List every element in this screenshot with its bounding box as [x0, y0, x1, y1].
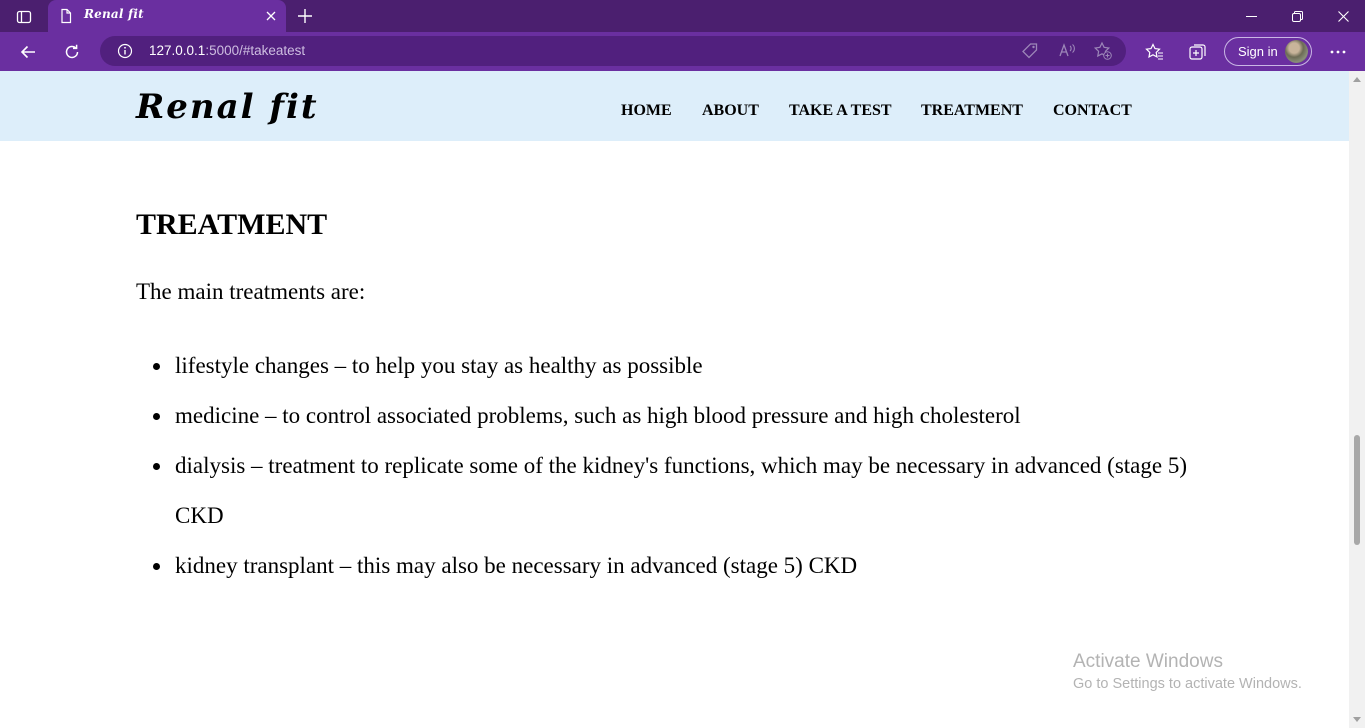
nav-treatment[interactable]: TREATMENT [921, 102, 1023, 120]
bullet-icon [153, 413, 160, 420]
favorites-icon[interactable] [1142, 40, 1166, 64]
site-logo[interactable]: Renal fit [136, 87, 319, 127]
list-item: dialysis – treatment to replicate some o… [136, 441, 1226, 541]
scroll-down-arrow-icon[interactable] [1353, 716, 1361, 724]
avatar [1285, 40, 1308, 63]
intro-text: The main treatments are: [136, 279, 366, 304]
page-viewport: Renal fit HOME ABOUT TAKE A TEST TREATME… [0, 71, 1349, 728]
bullet-icon [153, 463, 160, 470]
site-header: Renal fit HOME ABOUT TAKE A TEST TREATME… [0, 71, 1349, 141]
url-host: 127.0.0.1 [149, 43, 206, 58]
tab-actions-icon[interactable] [10, 6, 38, 28]
back-arrow-icon[interactable] [14, 38, 42, 66]
sign-in-label: Sign in [1238, 44, 1278, 59]
nav-home[interactable]: HOME [621, 102, 672, 120]
list-item: lifestyle changes – to help you stay as … [136, 341, 1226, 391]
treatment-list: lifestyle changes – to help you stay as … [136, 341, 1226, 591]
document-icon [58, 8, 74, 24]
list-item-text: medicine – to control associated problem… [175, 403, 1021, 428]
bullet-icon [153, 563, 160, 570]
tag-icon[interactable] [1020, 41, 1040, 61]
read-aloud-icon[interactable] [1057, 41, 1077, 61]
site-info-icon[interactable] [117, 43, 133, 59]
list-item: kidney transplant – this may also be nec… [136, 541, 1226, 591]
add-favorite-icon[interactable] [1093, 41, 1113, 61]
more-options-icon[interactable] [1326, 40, 1350, 64]
vertical-scrollbar[interactable] [1349, 71, 1365, 728]
url-path: :5000/#takeatest [205, 43, 306, 58]
bullet-icon [153, 363, 160, 370]
watermark-title: Activate Windows [1073, 651, 1223, 672]
collections-icon[interactable] [1186, 40, 1210, 64]
list-item-text: lifestyle changes – to help you stay as … [175, 353, 703, 378]
nav-contact[interactable]: CONTACT [1053, 102, 1132, 120]
watermark-subtitle: Go to Settings to activate Windows. [1073, 676, 1302, 692]
minimize-icon[interactable] [1228, 0, 1274, 32]
tab-title: Renal fit [84, 7, 144, 21]
refresh-icon[interactable] [58, 38, 86, 66]
activate-windows-watermark: Activate Windows Go to Settings to activ… [1073, 651, 1302, 692]
list-item: medicine – to control associated problem… [136, 391, 1226, 441]
close-tab-icon[interactable] [262, 7, 280, 25]
close-window-icon[interactable] [1320, 0, 1365, 32]
new-tab-icon[interactable] [294, 5, 316, 27]
url-text[interactable]: 127.0.0.1:5000/#takeatest [149, 43, 305, 58]
browser-toolbar: 127.0.0.1:5000/#takeatest Sign in [0, 32, 1365, 71]
address-bar[interactable]: 127.0.0.1:5000/#takeatest [100, 36, 1126, 66]
nav-about[interactable]: ABOUT [702, 102, 759, 120]
browser-tab-bar: Renal fit [0, 0, 1365, 32]
list-item-text: dialysis – treatment to replicate some o… [175, 453, 1187, 528]
sign-in-button[interactable]: Sign in [1224, 37, 1312, 66]
nav-take-a-test[interactable]: TAKE A TEST [789, 102, 892, 120]
restore-icon[interactable] [1274, 0, 1320, 32]
list-item-text: kidney transplant – this may also be nec… [175, 553, 858, 578]
scrollbar-thumb[interactable] [1354, 435, 1360, 545]
browser-tab-active[interactable]: Renal fit [48, 0, 286, 32]
section-title: TREATMENT [136, 208, 328, 241]
scroll-up-arrow-icon[interactable] [1353, 75, 1361, 83]
